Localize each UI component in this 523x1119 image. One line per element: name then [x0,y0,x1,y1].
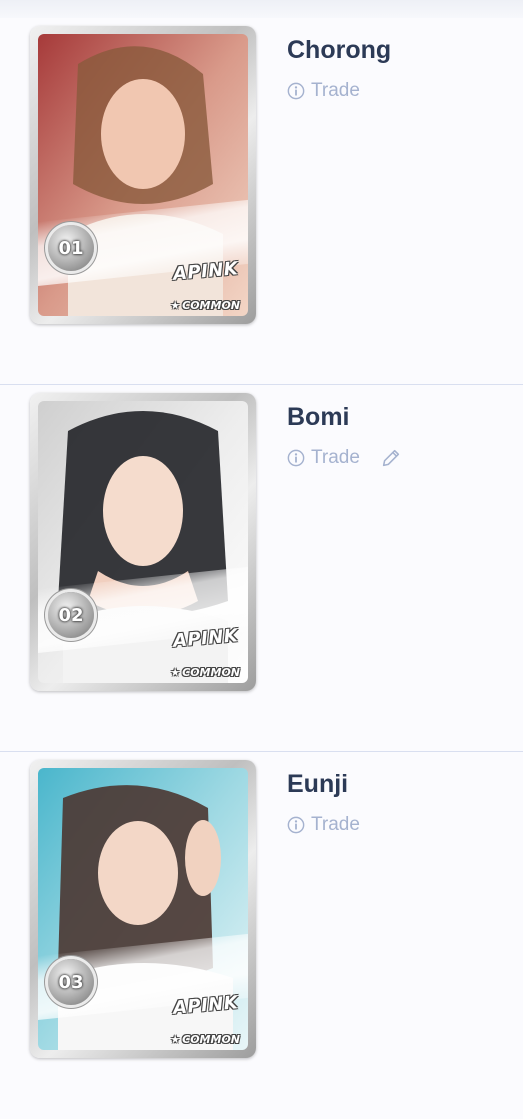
pencil-icon[interactable] [380,447,402,469]
card-face: 02 APINK ★ COMMON [38,401,248,683]
rarity-text: COMMON [182,666,240,679]
top-bar [0,0,523,18]
star-icon: ★ [170,666,181,679]
info-circle-icon [287,449,305,467]
card-actions: Trade [287,447,402,469]
star-icon: ★ [170,1033,181,1046]
card-row: 02 APINK ★ COMMON Bomi Trade [0,385,523,752]
trade-link[interactable]: Trade [311,80,360,102]
photo-card[interactable]: 02 APINK ★ COMMON [30,393,256,691]
card-number-badge: 02 [48,592,94,638]
card-number-badge: 01 [48,225,94,271]
member-name: Eunji [287,770,349,798]
star-icon: ★ [170,299,181,312]
rarity-text: COMMON [182,299,240,312]
card-number-badge: 03 [48,959,94,1005]
rarity-label: ★ COMMON [170,666,240,679]
card-face: 03 APINK ★ COMMON [38,768,248,1050]
card-row: 03 APINK ★ COMMON Eunji Trade [0,752,523,1119]
member-name: Bomi [287,403,350,431]
card-face: 01 APINK ★ COMMON [38,34,248,316]
info-circle-icon [287,816,305,834]
photo-card[interactable]: 01 APINK ★ COMMON [30,26,256,324]
rarity-label: ★ COMMON [170,299,240,312]
rarity-label: ★ COMMON [170,1033,240,1046]
photo-card[interactable]: 03 APINK ★ COMMON [30,760,256,1058]
card-actions: Trade [287,814,360,836]
card-actions: Trade [287,80,360,102]
member-name: Chorong [287,36,392,64]
info-circle-icon [287,82,305,100]
rarity-text: COMMON [182,1033,240,1046]
trade-link[interactable]: Trade [311,814,360,836]
trade-link[interactable]: Trade [311,447,360,469]
card-row: 01 APINK ★ COMMON Chorong Trade [0,18,523,385]
